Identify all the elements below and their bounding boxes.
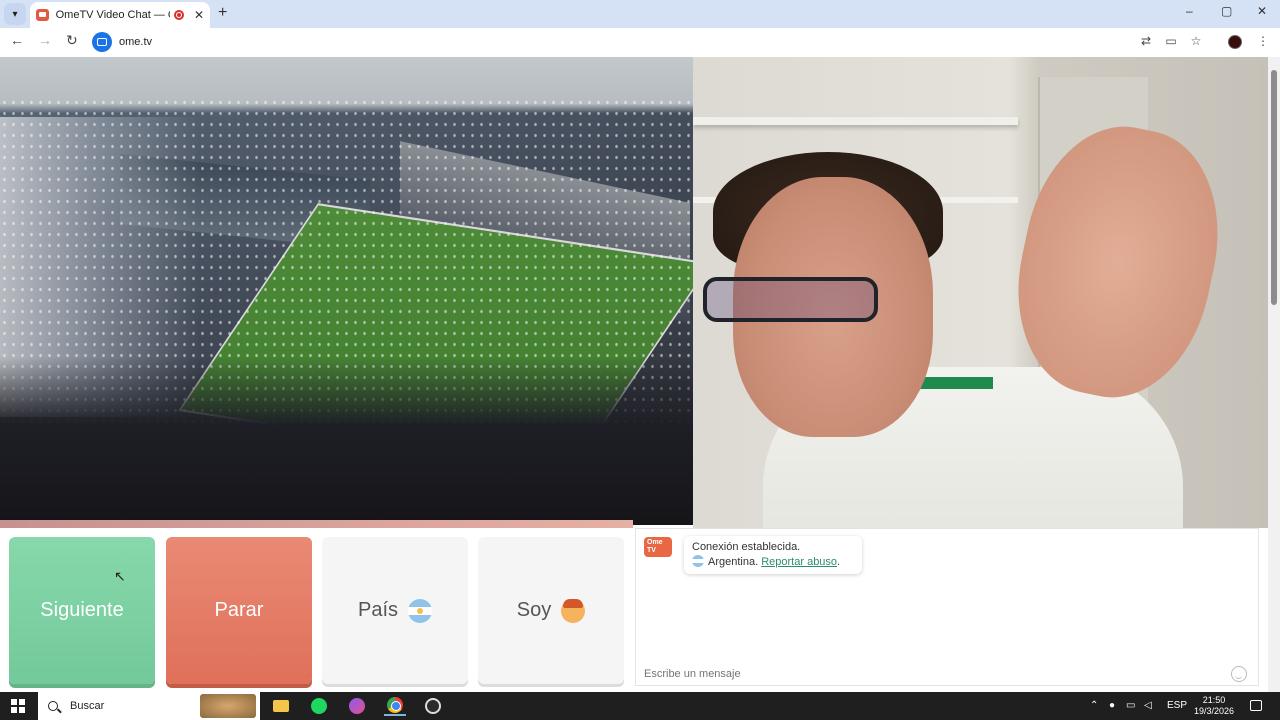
recording-indicator-icon [174, 10, 184, 20]
clock[interactable]: 21:50 19/3/2026 [1190, 695, 1238, 717]
reload-icon[interactable]: ↻ [66, 32, 78, 49]
bookmark-star-icon[interactable]: ☆ [1189, 34, 1203, 48]
close-window-button[interactable]: ✕ [1257, 4, 1267, 18]
country-button[interactable]: País [322, 537, 468, 684]
search-icon [48, 701, 58, 711]
tab-search-chevron-icon[interactable]: ▾ [4, 3, 26, 25]
microphone-icon[interactable]: ● [1109, 700, 1115, 711]
emoji-icon[interactable] [1231, 666, 1247, 682]
chrome-icon[interactable] [384, 696, 406, 716]
maximize-button[interactable]: ▢ [1221, 4, 1232, 18]
cast-icon[interactable]: ▭ [1164, 34, 1178, 48]
partner-video [693, 57, 1268, 528]
country-label: País [357, 599, 399, 621]
gender-label: Soy [516, 599, 552, 621]
report-suffix: . [837, 556, 841, 568]
browser-toolbar: ← → ↻ ome.tv ⇄ ▭ ☆ ⋮ [0, 28, 1280, 56]
chat-controls: Siguiente Parar País Soy [0, 528, 633, 692]
next-label: Siguiente [40, 599, 124, 621]
ometv-favicon-icon [36, 9, 49, 21]
file-explorer-icon[interactable] [270, 696, 292, 716]
clock-time: 21:50 [1202, 695, 1226, 705]
system-message: Conexión establecida. Argentina. Reporta… [684, 536, 862, 574]
windows-start-icon[interactable] [11, 699, 25, 713]
browser-tab-bar: ▾ OmeTV Video Chat — Ome ✕ + – ▢ ✕ [0, 0, 1280, 28]
scrollbar-thumb[interactable] [1271, 70, 1277, 305]
video-bottom-band [0, 520, 633, 528]
search-highlight-image [200, 694, 256, 718]
obs-icon[interactable] [422, 696, 444, 716]
address-bar[interactable]: ome.tv [92, 31, 1262, 53]
shelf [693, 117, 1018, 125]
windows-taskbar: Buscar ⌃ ● ▭ ◁ ESP 21:50 19/3/2026 [0, 692, 1280, 720]
message-input[interactable] [644, 665, 1204, 683]
stop-button[interactable]: Parar [166, 537, 312, 684]
connection-message: Conexión establecida. [692, 541, 801, 553]
crowd [0, 357, 693, 525]
spotify-icon[interactable] [308, 696, 330, 716]
ometv-logo: Ome TV [644, 537, 672, 557]
clock-date: 19/3/2026 [1193, 706, 1235, 716]
back-icon[interactable]: ← [10, 32, 24, 48]
profile-avatar[interactable] [1228, 35, 1242, 49]
minimize-button[interactable]: – [1186, 4, 1193, 18]
url-text: ome.tv [119, 36, 153, 48]
translate-icon[interactable]: ⇄ [1139, 34, 1153, 48]
my-video-background [0, 57, 693, 525]
volume-icon[interactable]: ◁ [1144, 700, 1152, 711]
argentina-flag-icon [408, 598, 433, 623]
menu-icon[interactable]: ⋮ [1256, 34, 1270, 48]
tray-chevron-icon[interactable]: ⌃ [1090, 700, 1098, 711]
forward-icon[interactable]: → [38, 32, 52, 48]
tab-title: OmeTV Video Chat — Ome [55, 9, 171, 21]
tab-ometv[interactable]: OmeTV Video Chat — Ome ✕ [30, 2, 210, 28]
mouse-cursor-icon: ↖ [114, 568, 126, 584]
search-label: Buscar [70, 700, 105, 712]
notification-icon[interactable] [1250, 700, 1262, 711]
argentina-flag-small-icon [692, 555, 704, 567]
partner-country: Argentina. [708, 556, 759, 568]
stop-label: Parar [214, 599, 264, 621]
chat-panel: Ome TV Conexión establecida. Argentina. … [635, 528, 1259, 686]
taskbar-search[interactable]: Buscar [38, 692, 260, 720]
next-button[interactable]: Siguiente [9, 537, 155, 684]
language-indicator[interactable]: ESP [1167, 700, 1187, 711]
boy-emoji-icon [561, 598, 586, 623]
new-tab-button[interactable]: + [218, 4, 227, 22]
gender-button[interactable]: Soy [478, 537, 624, 684]
network-icon[interactable]: ▭ [1126, 700, 1135, 711]
report-abuse-link[interactable]: Reportar abuso [761, 556, 837, 568]
person-glasses [703, 277, 878, 322]
site-info-icon[interactable] [92, 32, 112, 52]
tab-close-icon[interactable]: ✕ [194, 8, 204, 22]
galaxy-app-icon[interactable] [346, 696, 368, 716]
